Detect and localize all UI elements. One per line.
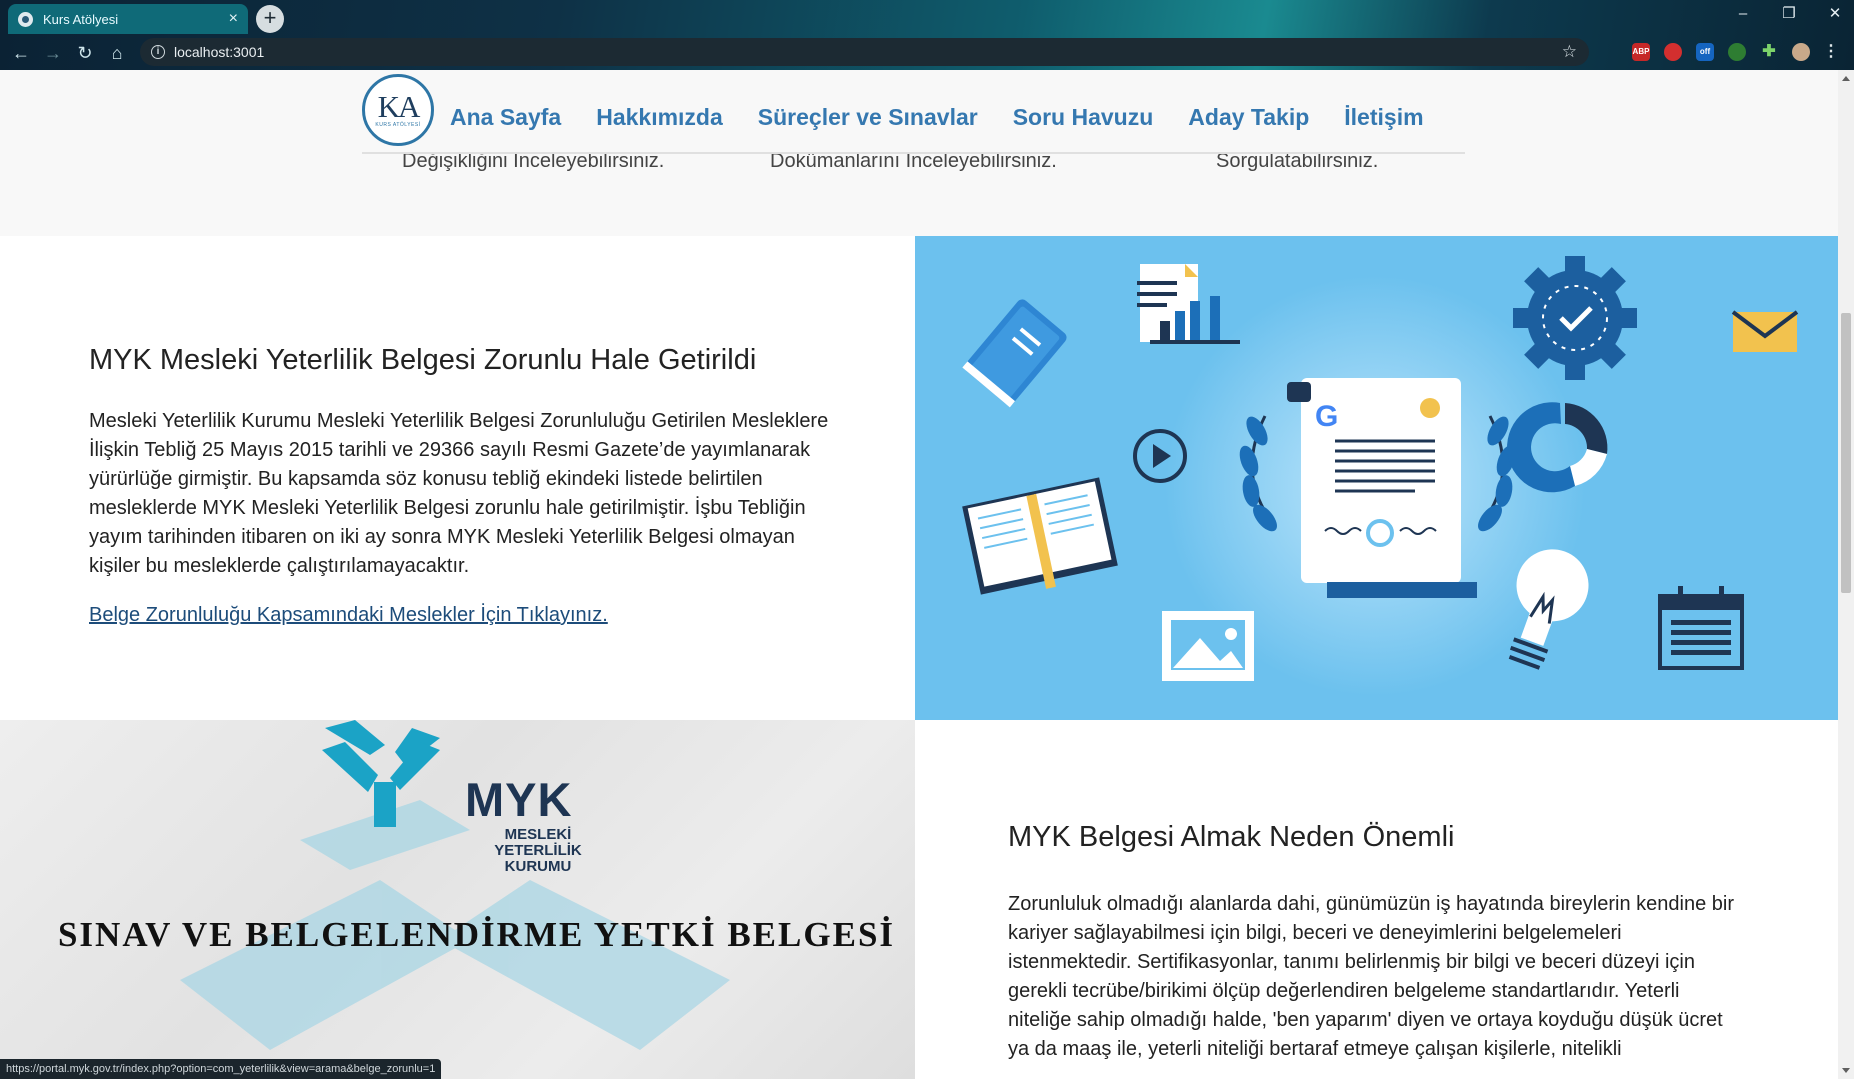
link-status-bar: https://portal.myk.gov.tr/index.php?opti…	[0, 1059, 442, 1079]
scroll-down-icon[interactable]	[1842, 1068, 1850, 1073]
back-icon[interactable]: ←	[10, 42, 32, 64]
myk-brand-text: MYK	[465, 773, 573, 826]
page-viewport: Değişikliğini İnceleyebilirsiniz. Doküma…	[0, 70, 1838, 1079]
notebook-icon	[962, 299, 1067, 408]
gear-clock-icon	[1513, 256, 1637, 380]
puzzle-extensions-icon[interactable]: ✚	[1760, 43, 1778, 61]
close-window-button[interactable]: ✕	[1812, 0, 1854, 30]
header-divider	[362, 152, 1465, 154]
site-info-icon[interactable]: i	[151, 45, 165, 59]
nav-aday-takip[interactable]: Aday Takip	[1188, 104, 1309, 131]
browser-chrome: Kurs Atölyesi × + – ❐ ✕ ← → ↻ ⌂ i localh…	[0, 0, 1854, 70]
nav-iletisim[interactable]: İletişim	[1344, 104, 1423, 131]
section-body: Mesleki Yeterlilik Kurumu Mesleki Yeterl…	[89, 410, 829, 577]
section-mandatory-certificate: MYK Mesleki Yeterlilik Belgesi Zorunlu H…	[0, 236, 915, 720]
adblock-extension-icon[interactable]: ABP	[1632, 43, 1650, 61]
favicon-icon	[18, 11, 33, 27]
certificate-illustration: G	[915, 236, 1838, 720]
calendar-icon	[1658, 586, 1744, 670]
site-header: KA KURS ATÖLYESİ Ana Sayfa Hakkımızda Sü…	[0, 70, 1838, 154]
logo-subtitle: KURS ATÖLYESİ	[375, 122, 421, 128]
svg-text:G: G	[1315, 400, 1338, 433]
envelope-icon	[1731, 310, 1799, 352]
scroll-up-icon[interactable]	[1842, 76, 1850, 81]
section-why-certificate: MYK Belgesi Almak Neden Önemli Zorunlulu…	[915, 720, 1838, 1079]
main-nav: Ana Sayfa Hakkımızda Süreçler ve Sınavla…	[450, 104, 1424, 131]
minimize-button[interactable]: –	[1720, 0, 1766, 30]
report-icon	[1137, 264, 1240, 344]
logo-letters: KA	[377, 89, 421, 124]
browser-menu-icon[interactable]: ⋮	[1822, 43, 1840, 61]
profile-avatar[interactable]	[1792, 43, 1810, 61]
image-icon	[1162, 611, 1254, 681]
certificate-document-icon: G	[1287, 378, 1477, 598]
leaf-extension-icon[interactable]	[1728, 43, 1746, 61]
nav-surecler-ve-sinavlar[interactable]: Süreçler ve Sınavlar	[758, 104, 978, 131]
reload-icon[interactable]: ↻	[74, 42, 96, 64]
nav-soru-havuzu[interactable]: Soru Havuzu	[1013, 104, 1154, 131]
scrollbar-thumb[interactable]	[1841, 313, 1851, 593]
browser-toolbar: ← → ↻ ⌂ i localhost:3001 ☆ ABP off ✚ ⋮	[0, 36, 1854, 70]
section-body: Zorunluluk olmadığı alanlarda dahi, günü…	[1008, 893, 1734, 1060]
nav-hakkimizda[interactable]: Hakkımızda	[596, 104, 723, 131]
url-text: localhost:3001	[174, 44, 265, 60]
stop-extension-icon[interactable]	[1664, 43, 1682, 61]
nav-ana-sayfa[interactable]: Ana Sayfa	[450, 104, 561, 131]
tab-title: Kurs Atölyesi	[43, 11, 119, 27]
mandatory-professions-link[interactable]: Belge Zorunluluğu Kapsamındaki Meslekler…	[89, 604, 608, 627]
myk-authorization-image: MYK MESLEKİ YETERLİLİK KURUMU SINAV VE B…	[0, 720, 915, 1079]
restore-button[interactable]: ❐	[1766, 0, 1812, 30]
myk-brand-subtitle: MESLEKİ YETERLİLİK KURUMU	[494, 826, 582, 875]
page-scrollbar[interactable]	[1838, 70, 1854, 1079]
open-book-icon	[962, 477, 1118, 595]
home-icon[interactable]: ⌂	[106, 42, 128, 64]
browser-tab[interactable]: Kurs Atölyesi ×	[8, 4, 248, 34]
bookmark-star-icon[interactable]: ☆	[1562, 38, 1577, 66]
new-tab-button[interactable]: +	[256, 5, 284, 33]
authorization-caption: SINAV VE BELGELENDİRME YETKİ BELGESİ	[57, 915, 896, 954]
toggle-extension-icon[interactable]: off	[1696, 43, 1714, 61]
forward-icon[interactable]: →	[42, 42, 64, 64]
address-bar[interactable]: i localhost:3001 ☆	[140, 38, 1589, 66]
tab-close-icon[interactable]: ×	[229, 10, 238, 28]
site-logo[interactable]: KA KURS ATÖLYESİ	[362, 74, 434, 146]
section-title: MYK Belgesi Almak Neden Önemli	[1008, 821, 1455, 853]
section-title: MYK Mesleki Yeterlilik Belgesi Zorunlu H…	[89, 344, 757, 376]
